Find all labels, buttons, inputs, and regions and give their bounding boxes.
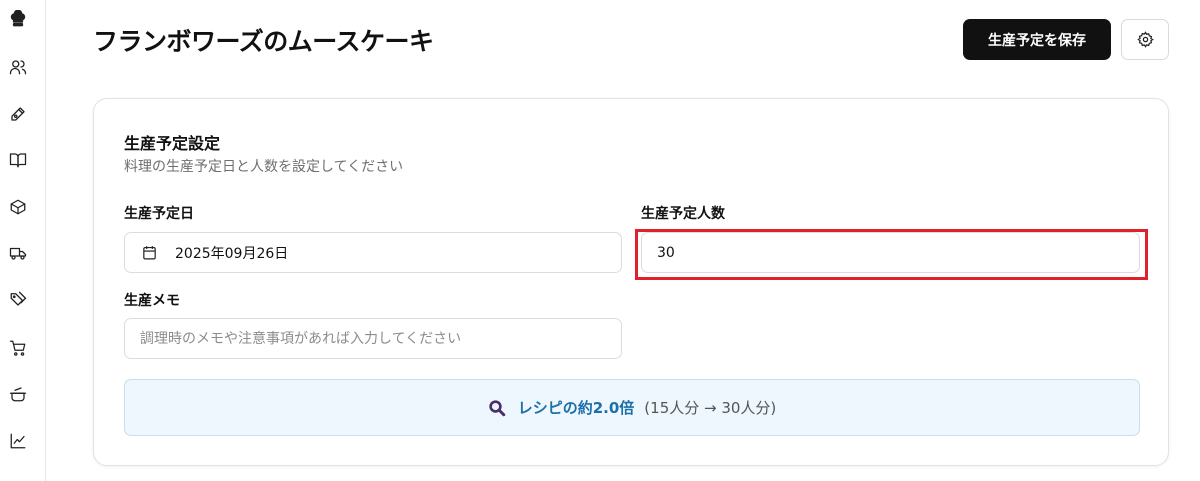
users-icon[interactable]: [8, 57, 28, 77]
card-description: 料理の生産予定日と人数を設定してください: [124, 159, 404, 175]
chef-hat-icon[interactable]: [8, 9, 28, 29]
cart-icon[interactable]: [8, 338, 28, 358]
people-label: 生産予定人数: [641, 206, 725, 222]
settings-button[interactable]: [1121, 19, 1169, 60]
page-title: フランボワーズのムースケーキ: [93, 27, 434, 56]
sidebar: [0, 0, 46, 481]
memo-input-box: [124, 318, 622, 359]
tags-icon[interactable]: [8, 289, 28, 309]
gear-icon: [1136, 31, 1154, 48]
book-icon[interactable]: [8, 150, 28, 170]
date-label: 生産予定日: [124, 206, 194, 222]
calendar-icon: [140, 244, 158, 262]
app-root: フランボワーズのムースケーキ 生産予定を保存 生産予定設定 料理の生産予定日と人…: [0, 0, 1200, 481]
pen-icon[interactable]: [8, 104, 28, 124]
search-icon: [488, 399, 506, 417]
chart-icon[interactable]: [8, 431, 28, 451]
save-schedule-button[interactable]: 生産予定を保存: [963, 19, 1111, 60]
card-title: 生産予定設定: [124, 134, 221, 153]
memo-input[interactable]: [125, 319, 621, 358]
truck-icon[interactable]: [8, 243, 28, 263]
date-value: 2025年09月26日: [175, 245, 289, 262]
date-picker[interactable]: 2025年09月26日: [124, 232, 622, 273]
pot-icon[interactable]: [8, 384, 28, 404]
scale-factor-text: レシピの約2.0倍: [517, 399, 635, 417]
box-icon[interactable]: [8, 197, 28, 217]
people-count-input[interactable]: [642, 233, 1139, 272]
people-input-box: [641, 232, 1140, 273]
recipe-scale-info: レシピの約2.0倍 (15人分 → 30人分): [124, 379, 1140, 436]
scale-detail-text: (15人分 → 30人分): [644, 399, 777, 417]
schedule-settings-card: 生産予定設定 料理の生産予定日と人数を設定してください 生産予定日 2025年0…: [93, 98, 1169, 466]
memo-label: 生産メモ: [124, 293, 180, 309]
